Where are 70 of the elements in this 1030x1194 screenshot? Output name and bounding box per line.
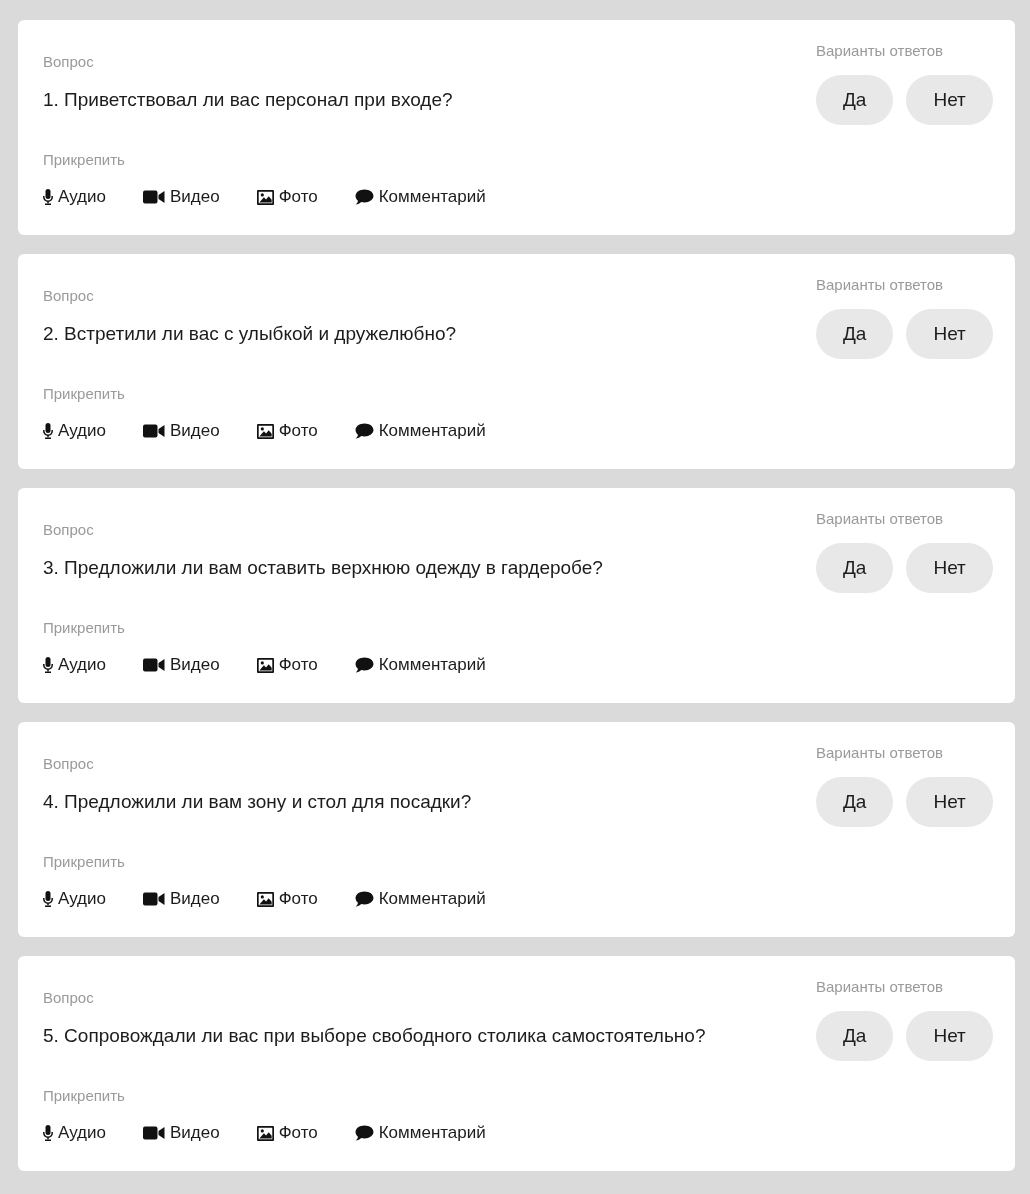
attach-option[interactable]: Фото (278, 654, 318, 676)
attach-option[interactable]: Видео (169, 1122, 220, 1144)
answers-caption: Варианты ответов (816, 275, 944, 295)
attach-option[interactable]: Аудио (58, 1122, 106, 1144)
answer-button[interactable]: Нет (906, 1011, 993, 1061)
video-camera-icon[interactable] (142, 658, 165, 672)
microphone-icon[interactable] (43, 189, 53, 205)
question-text: 4. Предложили ли вам зону и стол для посадки? (43, 790, 472, 814)
answer-button[interactable]: Да (816, 75, 894, 125)
attach-caption: Прикрепить (43, 384, 125, 404)
answer-button[interactable]: Нет (906, 75, 993, 125)
video-camera-icon[interactable] (142, 892, 165, 906)
attach-option[interactable]: Видео (169, 888, 220, 910)
attach-caption: Прикрепить (43, 852, 125, 872)
image-icon[interactable] (256, 657, 274, 673)
attach-option[interactable]: Комментарий (378, 888, 486, 910)
attach-option[interactable]: Комментарий (378, 654, 486, 676)
microphone-icon[interactable] (43, 1125, 53, 1141)
answer-button[interactable]: Да (816, 543, 894, 593)
microphone-icon[interactable] (43, 423, 53, 439)
attach-option[interactable]: Комментарий (378, 1122, 486, 1144)
image-icon[interactable] (256, 1125, 274, 1141)
answers-caption: Варианты ответов (816, 41, 944, 61)
attach-caption: Прикрепить (43, 1086, 125, 1106)
microphone-icon[interactable] (43, 891, 53, 907)
speech-bubble-icon[interactable] (354, 189, 374, 205)
attach-caption: Прикрепить (43, 150, 125, 170)
video-camera-icon[interactable] (142, 190, 165, 204)
speech-bubble-icon[interactable] (354, 1125, 374, 1141)
question-caption: Вопрос (43, 754, 94, 774)
speech-bubble-icon[interactable] (354, 423, 374, 439)
question-text: 2. Встретили ли вас с улыбкой и дружелюбно? (43, 322, 456, 346)
attach-option[interactable]: Аудио (58, 186, 106, 208)
attach-option[interactable]: Фото (278, 888, 318, 910)
attach-option[interactable]: Видео (169, 420, 220, 442)
speech-bubble-icon[interactable] (354, 657, 374, 673)
answer-button[interactable]: Да (816, 777, 894, 827)
image-icon[interactable] (256, 423, 274, 439)
speech-bubble-icon[interactable] (354, 891, 374, 907)
answer-button[interactable]: Да (816, 1011, 894, 1061)
attach-option[interactable]: Фото (278, 186, 318, 208)
question-text: 3. Предложили ли вам оставить верхнюю одежду в гардеробе? (43, 556, 603, 580)
answer-button[interactable]: Нет (906, 543, 993, 593)
microphone-icon[interactable] (43, 657, 53, 673)
image-icon[interactable] (256, 891, 274, 907)
attach-option[interactable]: Комментарий (378, 420, 486, 442)
video-camera-icon[interactable] (142, 1126, 165, 1140)
question-caption: Вопрос (43, 52, 94, 72)
attach-option[interactable]: Фото (278, 1122, 318, 1144)
attach-option[interactable]: Аудио (58, 420, 106, 442)
attach-option[interactable]: Видео (169, 186, 220, 208)
question-text: 1. Приветствовал ли вас персонал при входе? (43, 88, 453, 112)
answer-button[interactable]: Нет (906, 309, 993, 359)
image-icon[interactable] (256, 189, 274, 205)
attach-option[interactable]: Комментарий (378, 186, 486, 208)
answer-button[interactable]: Да (816, 309, 894, 359)
attach-option[interactable]: Аудио (58, 654, 106, 676)
answers-caption: Варианты ответов (816, 743, 944, 763)
question-caption: Вопрос (43, 286, 94, 306)
video-camera-icon[interactable] (142, 424, 165, 438)
attach-caption: Прикрепить (43, 618, 125, 638)
answers-caption: Варианты ответов (816, 509, 944, 529)
question-caption: Вопрос (43, 520, 94, 540)
question-caption: Вопрос (43, 988, 94, 1008)
attach-option[interactable]: Видео (169, 654, 220, 676)
question-text: 5. Сопровождали ли вас при выборе свободного столика самостоятельно? (43, 1024, 706, 1048)
attach-option[interactable]: Аудио (58, 888, 106, 910)
attach-option[interactable]: Фото (278, 420, 318, 442)
answers-caption: Варианты ответов (816, 977, 944, 997)
answer-button[interactable]: Нет (906, 777, 993, 827)
